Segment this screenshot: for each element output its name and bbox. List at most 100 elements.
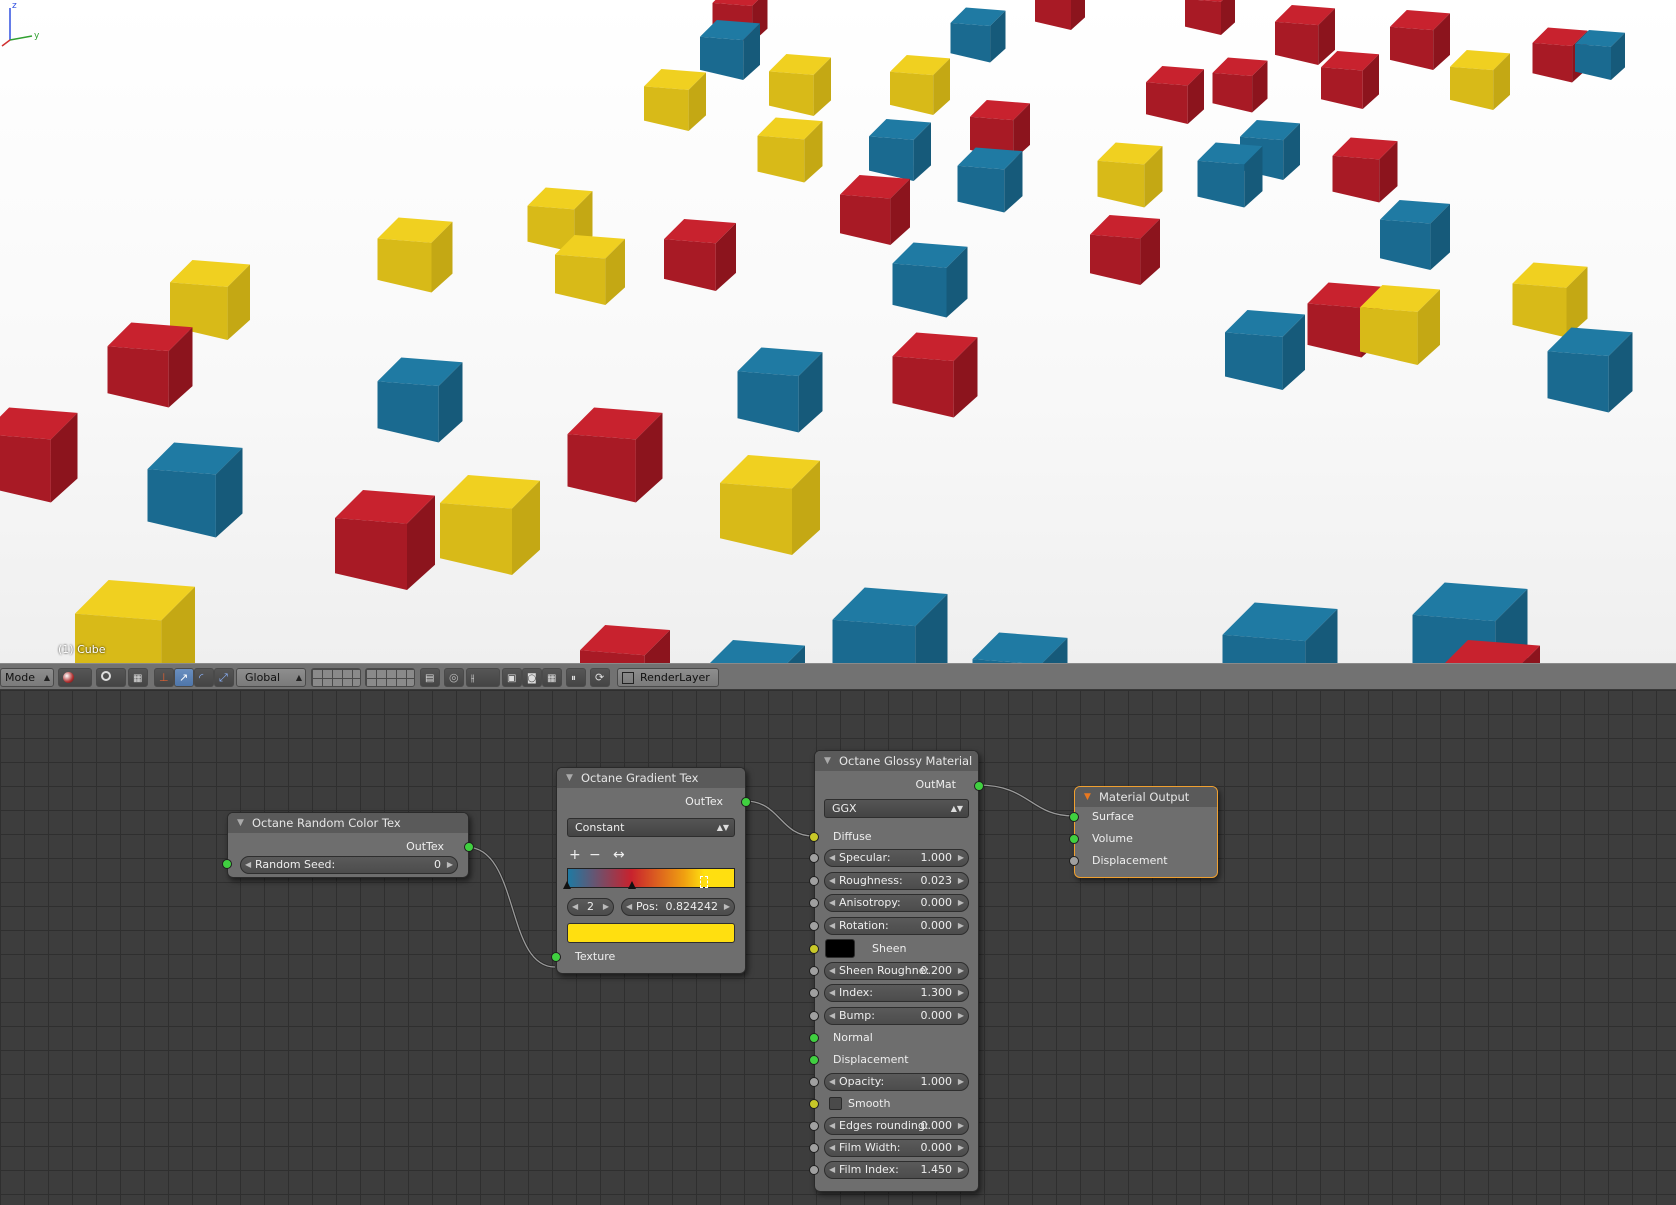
scale-manipulator-button[interactable]: ⤢ xyxy=(214,668,234,687)
specular-field[interactable]: ◀ Specular: 1.000 ▶ xyxy=(824,849,969,867)
transform-orientation-select[interactable]: Global ▲ xyxy=(236,668,306,687)
input-socket[interactable] xyxy=(809,1121,819,1131)
node-glossy-material[interactable]: ▼ Octane Glossy Material OutMat GGX ▲▼ D… xyxy=(809,750,984,1192)
increment-arrow-icon[interactable]: ▶ xyxy=(958,1074,964,1090)
collapse-triangle-icon[interactable]: ▼ xyxy=(824,751,831,771)
layer-lock-button[interactable]: ▤ xyxy=(420,668,440,687)
decrement-arrow-icon[interactable]: ◀ xyxy=(829,1118,835,1134)
decrement-arrow-icon[interactable]: ◀ xyxy=(829,918,835,934)
input-socket[interactable] xyxy=(809,1165,819,1175)
increment-arrow-icon[interactable]: ▶ xyxy=(603,899,609,915)
snap-element-select[interactable]: ⫲ xyxy=(466,668,500,687)
film-width-field[interactable]: ◀ Film Width: 0.000 ▶ xyxy=(824,1139,969,1157)
decrement-arrow-icon[interactable]: ◀ xyxy=(829,850,835,866)
increment-arrow-icon[interactable]: ▶ xyxy=(958,985,964,1001)
translate-manipulator-button[interactable]: ↗ xyxy=(174,668,194,687)
brdf-select[interactable]: GGX ▲▼ xyxy=(824,799,969,818)
random-seed-field[interactable]: ◀ Random Seed: 0 ▶ xyxy=(240,856,458,874)
proportional-edit-button[interactable]: ▦ xyxy=(128,668,148,687)
output-socket[interactable] xyxy=(974,781,984,791)
sheen-color-swatch[interactable] xyxy=(825,939,855,958)
flip-ramp-button[interactable]: ↔ xyxy=(613,848,625,862)
node-header[interactable]: ▼ Octane Gradient Tex xyxy=(557,768,745,788)
pause-render-button[interactable]: ⏸ xyxy=(566,668,586,687)
opacity-field[interactable]: ◀ Opacity: 1.000 ▶ xyxy=(824,1073,969,1091)
increment-arrow-icon[interactable]: ▶ xyxy=(958,1140,964,1156)
input-socket[interactable] xyxy=(222,859,232,869)
node-header[interactable]: ▼ Material Output xyxy=(1075,787,1217,807)
decrement-arrow-icon[interactable]: ◀ xyxy=(626,899,632,915)
render-layer-select[interactable]: RenderLayer xyxy=(617,668,719,687)
input-socket[interactable] xyxy=(1069,834,1079,844)
decrement-arrow-icon[interactable]: ◀ xyxy=(572,899,578,915)
node-editor[interactable]: ▼ Octane Random Color Tex OutTex ◀ Rando… xyxy=(0,690,1676,1205)
input-socket[interactable] xyxy=(551,952,561,962)
rotation-field[interactable]: ◀ Rotation: 0.000 ▶ xyxy=(824,917,969,935)
bump-field[interactable]: ◀ Bump: 0.000 ▶ xyxy=(824,1007,969,1025)
input-socket[interactable] xyxy=(809,876,819,886)
film-index-field[interactable]: ◀ Film Index: 1.450 ▶ xyxy=(824,1161,969,1179)
input-socket[interactable] xyxy=(1069,812,1079,822)
increment-arrow-icon[interactable]: ▶ xyxy=(958,963,964,979)
output-socket[interactable] xyxy=(464,842,474,852)
ramp-stop-marker[interactable] xyxy=(563,881,571,889)
decrement-arrow-icon[interactable]: ◀ xyxy=(829,985,835,1001)
decrement-arrow-icon[interactable]: ◀ xyxy=(245,857,251,873)
color-ramp[interactable] xyxy=(567,868,735,888)
active-stop-field[interactable]: ◀ 2 ▶ xyxy=(567,898,614,916)
layer-buttons-right[interactable] xyxy=(365,668,415,687)
stop-color-swatch[interactable] xyxy=(567,923,735,943)
decrement-arrow-icon[interactable]: ◀ xyxy=(829,1162,835,1178)
smooth-checkbox[interactable] xyxy=(829,1097,842,1110)
stop-position-field[interactable]: ◀ Pos: 0.824242 ▶ xyxy=(621,898,735,916)
decrement-arrow-icon[interactable]: ◀ xyxy=(829,895,835,911)
add-stop-button[interactable]: + xyxy=(569,848,581,862)
remove-stop-button[interactable]: − xyxy=(589,848,601,862)
input-socket[interactable] xyxy=(809,921,819,931)
3d-viewport[interactable]: z y (1) Cube xyxy=(0,0,1676,663)
decrement-arrow-icon[interactable]: ◀ xyxy=(829,1008,835,1024)
pivot-select[interactable] xyxy=(96,668,126,687)
input-socket[interactable] xyxy=(809,853,819,863)
increment-arrow-icon[interactable]: ▶ xyxy=(958,895,964,911)
increment-arrow-icon[interactable]: ▶ xyxy=(958,873,964,889)
index-field[interactable]: ◀ Index: 1.300 ▶ xyxy=(824,984,969,1002)
increment-arrow-icon[interactable]: ▶ xyxy=(958,1118,964,1134)
input-socket[interactable] xyxy=(809,966,819,976)
decrement-arrow-icon[interactable]: ◀ xyxy=(829,1140,835,1156)
input-socket[interactable] xyxy=(809,1099,819,1109)
input-socket[interactable] xyxy=(809,944,819,954)
collapse-triangle-icon[interactable]: ▼ xyxy=(1084,787,1091,807)
increment-arrow-icon[interactable]: ▶ xyxy=(958,918,964,934)
input-socket[interactable] xyxy=(1069,856,1079,866)
mode-select[interactable]: Mode ▲ xyxy=(0,668,54,687)
snap-target-button[interactable]: ▣ xyxy=(502,668,522,687)
input-socket[interactable] xyxy=(809,898,819,908)
roughness-field[interactable]: ◀ Roughness: 0.023 ▶ xyxy=(824,872,969,890)
render-opengl-button[interactable]: ◙ xyxy=(522,668,542,687)
ramp-stop-marker-active[interactable] xyxy=(700,876,708,888)
layer-buttons-left[interactable] xyxy=(311,668,361,687)
increment-arrow-icon[interactable]: ▶ xyxy=(447,857,453,873)
proportional-editing-button[interactable]: ◎ xyxy=(444,668,464,687)
decrement-arrow-icon[interactable]: ◀ xyxy=(829,1074,835,1090)
viewport-shading-select[interactable] xyxy=(58,668,92,687)
input-socket[interactable] xyxy=(809,988,819,998)
anisotropy-field[interactable]: ◀ Anisotropy: 0.000 ▶ xyxy=(824,894,969,912)
input-socket[interactable] xyxy=(809,1011,819,1021)
refresh-render-button[interactable]: ⟳ xyxy=(590,668,610,687)
node-gradient-tex[interactable]: ▼ Octane Gradient Tex OutTex Constant ▲▼… xyxy=(551,767,751,974)
collapse-triangle-icon[interactable]: ▼ xyxy=(566,768,573,788)
rotate-manipulator-button[interactable]: ◜ xyxy=(194,668,214,687)
manipulator-toggle-button[interactable]: ⊥ xyxy=(154,668,174,687)
input-socket[interactable] xyxy=(809,1077,819,1087)
decrement-arrow-icon[interactable]: ◀ xyxy=(829,963,835,979)
increment-arrow-icon[interactable]: ▶ xyxy=(958,1162,964,1178)
ramp-stop-marker[interactable] xyxy=(628,881,636,889)
render-animation-button[interactable]: ▦ xyxy=(542,668,562,687)
input-socket[interactable] xyxy=(809,1055,819,1065)
collapse-triangle-icon[interactable]: ▼ xyxy=(237,813,244,833)
decrement-arrow-icon[interactable]: ◀ xyxy=(829,873,835,889)
node-random-color-tex[interactable]: ▼ Octane Random Color Tex OutTex ◀ Rando… xyxy=(222,812,474,878)
input-socket[interactable] xyxy=(809,832,819,842)
